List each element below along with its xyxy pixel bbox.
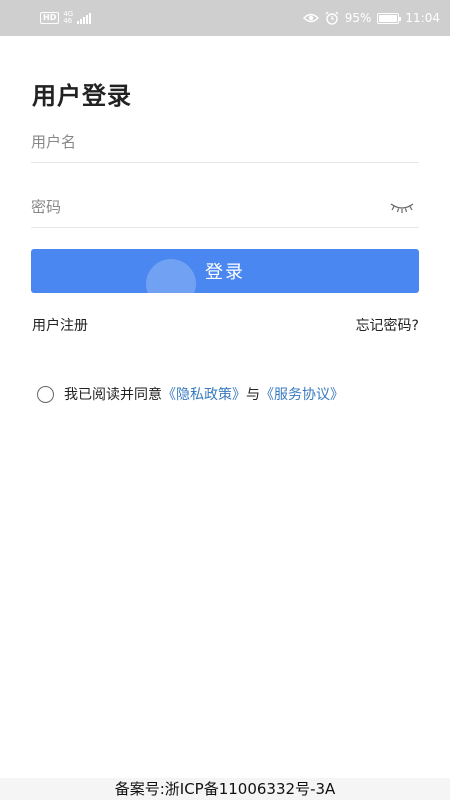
network-type: 4G 46 [63, 11, 73, 25]
page-title: 用户登录 [32, 82, 132, 110]
privacy-policy-link[interactable]: 《隐私政策》 [162, 384, 246, 404]
signal-icon [77, 12, 92, 24]
clock: 11:04 [405, 11, 440, 25]
login-button[interactable]: 登录 [31, 249, 419, 293]
battery-fill [379, 14, 397, 22]
forgot-password-link[interactable]: 忘记密码? [356, 315, 419, 335]
agreement-checkbox[interactable] [37, 385, 54, 403]
agreement-text: 我已阅读并同意 [64, 387, 162, 403]
service-agreement-link[interactable]: 《服务协议》 [260, 384, 344, 404]
button-ripple [146, 259, 196, 293]
eye-icon [302, 13, 319, 23]
alarm-icon [325, 11, 339, 25]
eye-closed-icon[interactable] [389, 199, 415, 215]
agreement-connector: 与 [246, 387, 260, 403]
username-input[interactable] [31, 133, 331, 151]
battery-icon [377, 12, 402, 24]
register-link[interactable]: 用户注册 [32, 315, 88, 335]
login-button-label: 登录 [205, 262, 245, 283]
password-field [31, 187, 419, 228]
password-input[interactable] [31, 198, 331, 216]
status-bar: HD 4G 46 95% 11:04 [0, 0, 450, 36]
hd-badge: HD [40, 12, 60, 24]
status-bar-left: HD 4G 46 [40, 11, 92, 25]
icp-footer: 备案号:浙ICP备11006332号-3A [0, 778, 450, 800]
agreement-row: 我已阅读并同意 《隐私政策》 与 《服务协议》 [37, 384, 344, 404]
battery-percent: 95% [344, 11, 372, 25]
status-bar-right: 95% 11:04 [302, 11, 440, 25]
network-type-bottom: 46 [63, 17, 73, 25]
username-field [31, 122, 419, 163]
